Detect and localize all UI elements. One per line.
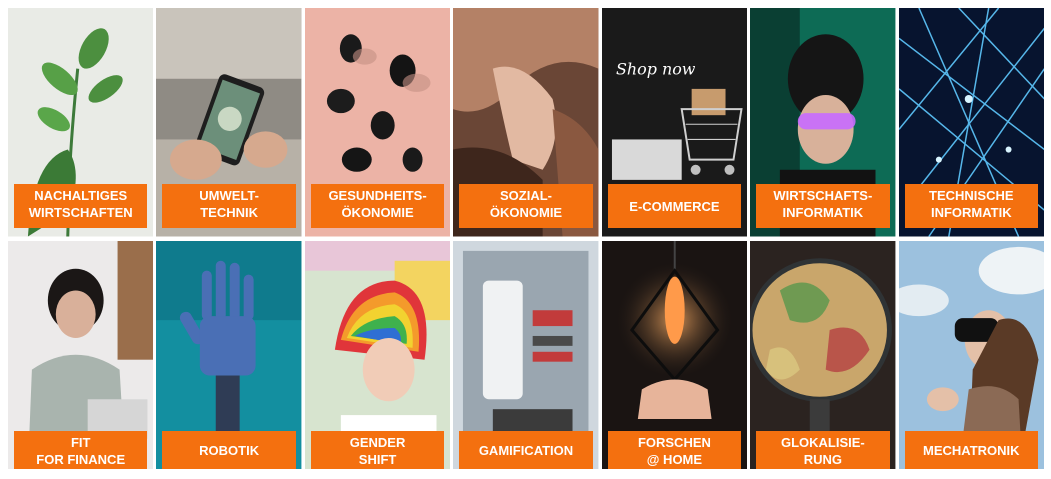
tile-glokalisierung[interactable]: GLOKALISIE- RUNG [750,240,896,469]
tile-label: ROBOTIK [162,430,296,469]
tile-label: FIT FOR FINANCE [14,430,148,469]
tile-technische-informatik[interactable]: TECHNISCHE INFORMATIK [898,8,1044,237]
tile-label: FORSCHEN @ HOME [607,430,742,469]
shop-now-text: Shop now [616,60,696,79]
tile-label: MECHATRONIK [904,430,1038,469]
tile-label: SOZIAL- ÖKONOMIE [459,184,593,228]
topic-grid: NACHALTIGES WIRTSCHAFTEN UMWELT- TECHNIK [8,8,1044,469]
tile-label: WIRTSCHAFTS- INFORMATIK [756,184,890,228]
tile-label: GENDER SHIFT [310,430,445,469]
tile-robotik[interactable]: ROBOTIK [156,240,302,469]
tile-umwelttechnik[interactable]: UMWELT- TECHNIK [156,8,302,237]
tile-gamification[interactable]: GAMIFICATION [453,240,599,469]
tile-mechatronik[interactable]: MECHATRONIK [898,240,1044,469]
tile-wirtschaftsinformatik[interactable]: WIRTSCHAFTS- INFORMATIK [750,8,896,237]
tile-label: E-COMMERCE [607,184,742,228]
tile-nachhaltiges-wirtschaften[interactable]: NACHALTIGES WIRTSCHAFTEN [8,8,154,237]
tile-fit-for-finance[interactable]: FIT FOR FINANCE [8,240,154,469]
tile-label: GESUNDHEITS- ÖKONOMIE [310,184,445,228]
tile-sozialoekonomie[interactable]: SOZIAL- ÖKONOMIE [453,8,599,237]
tile-label: GAMIFICATION [459,430,593,469]
tile-label: UMWELT- TECHNIK [162,184,296,228]
tile-gender-shift[interactable]: GENDER SHIFT [304,240,451,469]
tile-label: NACHALTIGES WIRTSCHAFTEN [14,184,148,228]
tile-gesundheitsoekonomie[interactable]: GESUNDHEITS- ÖKONOMIE [304,8,451,237]
tile-label: TECHNISCHE INFORMATIK [904,184,1038,228]
tile-label: GLOKALISIE- RUNG [756,430,890,469]
tile-forschen-at-home[interactable]: FORSCHEN @ HOME [601,240,748,469]
tile-e-commerce[interactable]: Shop now E-COMMERCE [601,8,748,237]
